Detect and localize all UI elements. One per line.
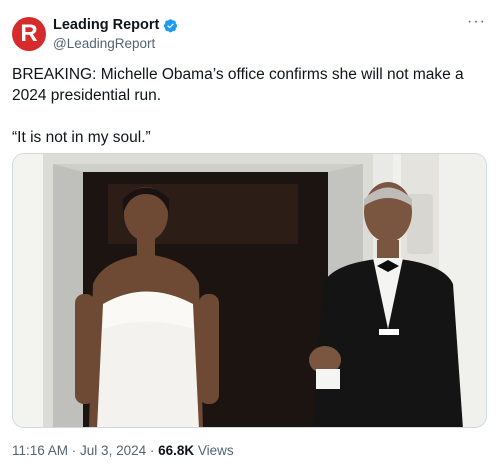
views-label: Views [194,443,234,458]
tweet-meta: 11:16 AM · Jul 3, 2024 · 66.8K Views [12,443,234,458]
handle[interactable]: @LeadingReport [53,36,178,51]
meta-separator: · [68,443,81,458]
avatar-letter: R [20,20,38,47]
meta-separator: · [146,443,159,458]
avatar[interactable]: R [12,17,46,51]
tweet-quote-line: “It is not in my soul.” [12,129,151,146]
tweet-photo[interactable] [12,153,487,428]
tweet-card: R Leading Report @LeadingReport ··· BREA… [0,0,500,466]
tweet-text-line: BREAKING: Michelle Obama’s office confir… [12,66,464,104]
tweet-date[interactable]: Jul 3, 2024 [80,443,146,458]
more-options-icon[interactable]: ··· [467,14,486,30]
tweet-text: BREAKING: Michelle Obama’s office confir… [12,64,482,148]
views-count[interactable]: 66.8K [158,443,194,458]
verified-badge-icon[interactable] [163,18,178,33]
display-name[interactable]: Leading Report [53,17,159,33]
photo-illustration [13,154,486,427]
tweet-time[interactable]: 11:16 AM [12,443,68,458]
author-block: Leading Report @LeadingReport [53,16,178,51]
